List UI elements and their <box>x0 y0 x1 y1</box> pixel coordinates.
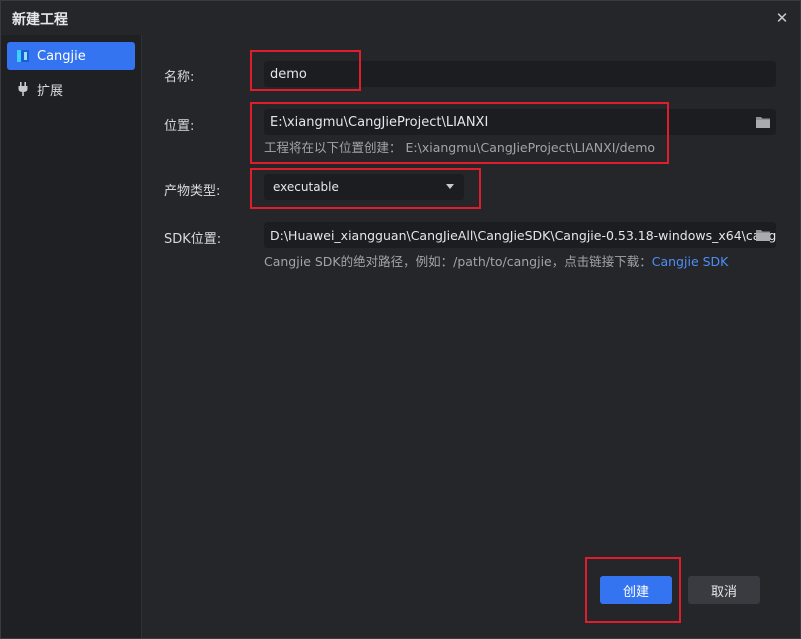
sidebar-item-label: Cangjie <box>37 48 86 64</box>
highlight-box <box>585 557 681 623</box>
sidebar-item-cangjie[interactable]: Cangjie <box>7 42 135 70</box>
cancel-button[interactable]: 取消 <box>688 576 760 604</box>
sdk-hint-prefix: Cangjie SDK的绝对路径，例如：/path/to/cangjie，点击链… <box>264 254 652 269</box>
location-label: 位置: <box>164 119 195 134</box>
cangjie-logo-icon <box>15 48 31 64</box>
highlight-box <box>250 50 361 91</box>
highlight-box <box>250 102 669 164</box>
title-bar: 新建工程 ✕ <box>1 1 800 35</box>
close-icon[interactable]: ✕ <box>774 10 790 26</box>
folder-icon[interactable] <box>755 228 771 242</box>
sdk-download-link[interactable]: Cangjie SDK <box>652 254 729 269</box>
plug-icon <box>15 81 31 97</box>
name-label: 名称: <box>164 70 195 85</box>
dialog-title: 新建工程 <box>12 12 68 28</box>
sdk-hint: Cangjie SDK的绝对路径，例如：/path/to/cangjie，点击链… <box>264 251 728 270</box>
sidebar-item-label: 扩展 <box>37 83 64 99</box>
sidebar-item-extensions[interactable]: 扩展 <box>7 75 135 103</box>
product-type-label: 产物类型: <box>164 184 221 199</box>
sdk-location-value: D:\Huawei_xiangguan\CangJieAll\CangJieSD… <box>270 227 776 243</box>
sidebar: Cangjie 扩展 <box>1 35 142 638</box>
sdk-label: SDK位置: <box>164 232 222 247</box>
folder-icon[interactable] <box>755 115 771 129</box>
highlight-box <box>250 168 481 209</box>
new-project-dialog: 新建工程 ✕ Cangjie 扩展 名称: demo 位置: E:\xiangm… <box>0 0 801 639</box>
sdk-location-input[interactable]: D:\Huawei_xiangguan\CangJieAll\CangJieSD… <box>264 222 776 248</box>
form-panel: 名称: demo 位置: E:\xiangmu\CangJieProject\L… <box>142 35 800 638</box>
